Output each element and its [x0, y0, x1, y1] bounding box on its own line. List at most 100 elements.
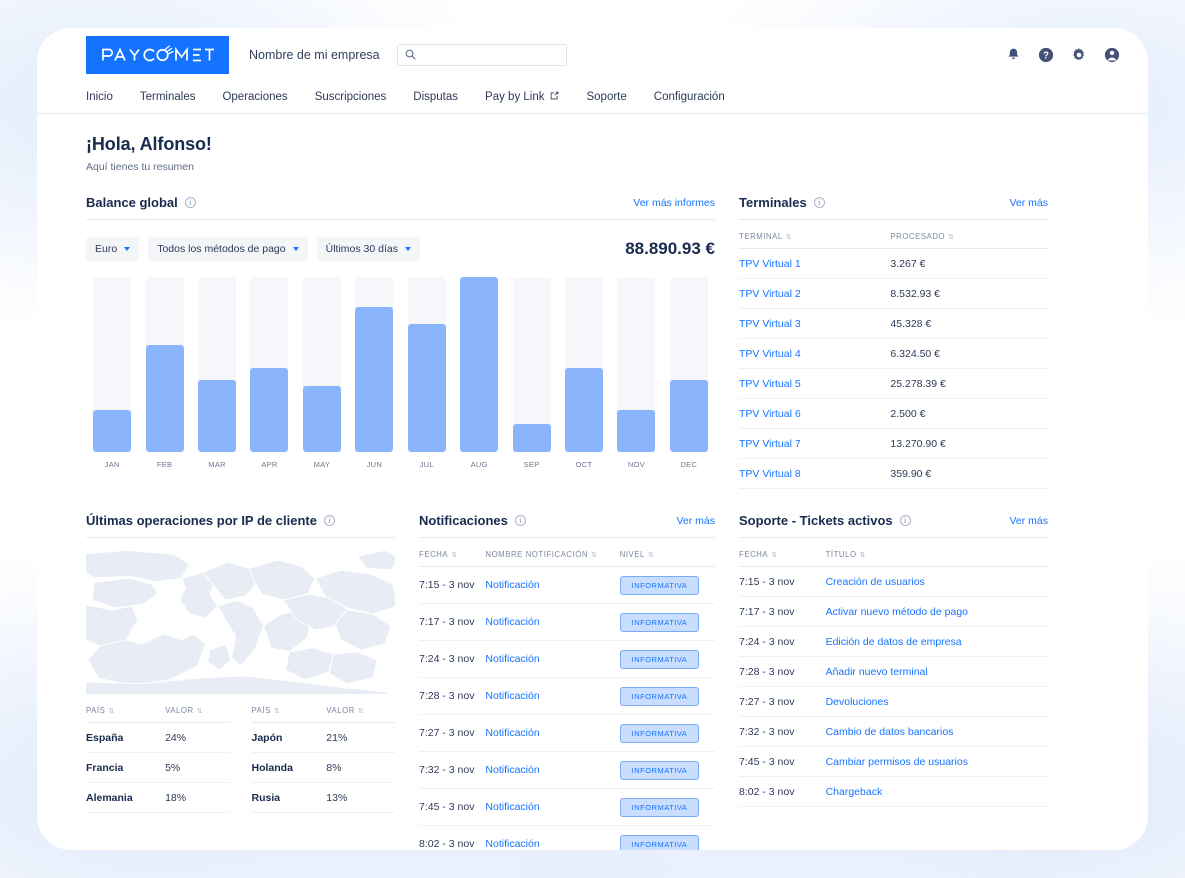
- nav-label: Disputas: [413, 91, 459, 103]
- page-content: ¡Hola, Alfonso! Aquí tienes tu resumen B…: [37, 114, 1148, 850]
- search-box[interactable]: [396, 43, 567, 66]
- balance-more-reports-link[interactable]: Ver más informes: [633, 197, 715, 209]
- nav-item-suscripciones[interactable]: Suscripciones: [315, 91, 387, 103]
- bar-column[interactable]: JAN: [86, 277, 138, 469]
- col-valor[interactable]: VALOR ⇅: [326, 694, 395, 723]
- status-badge[interactable]: INFORMATIVA: [619, 797, 700, 817]
- terminal-name[interactable]: TPV Virtual 8: [739, 458, 891, 489]
- terminal-name[interactable]: TPV Virtual 5: [739, 368, 891, 399]
- col-fecha[interactable]: FECHA ⇅: [419, 538, 486, 567]
- terminal-name[interactable]: TPV Virtual 2: [739, 278, 891, 309]
- bar-column[interactable]: NOV: [610, 277, 662, 469]
- bar-column[interactable]: MAY: [296, 277, 348, 469]
- info-icon[interactable]: i: [813, 197, 825, 208]
- bar-column[interactable]: APR: [243, 277, 295, 469]
- ticket-title[interactable]: Cambiar permisos de usuarios: [825, 746, 1048, 777]
- ticket-title[interactable]: Activar nuevo método de pago: [825, 596, 1048, 627]
- table-header-row: PAÍS ⇅ VALOR ⇅: [86, 694, 230, 723]
- terminal-name[interactable]: TPV Virtual 1: [739, 248, 891, 279]
- ticket-date: 7:32 - 3 nov: [739, 716, 826, 747]
- col-nombre-notificacion[interactable]: NOMBRE NOTIFICACIÓN ⇅: [485, 538, 620, 567]
- date-range-dropdown[interactable]: Últimos 30 días: [316, 237, 420, 261]
- currency-dropdown[interactable]: Euro: [86, 237, 140, 261]
- nav-item-configuracion[interactable]: Configuración: [654, 91, 725, 103]
- nav-item-inicio[interactable]: Inicio: [86, 91, 113, 103]
- notification-name[interactable]: Notificación: [485, 677, 620, 715]
- bar-column[interactable]: OCT: [558, 277, 610, 469]
- notification-name[interactable]: Notificación: [485, 825, 620, 850]
- ticket-title[interactable]: Chargeback: [825, 776, 1048, 807]
- terminal-name[interactable]: TPV Virtual 6: [739, 398, 891, 429]
- notification-name[interactable]: Notificación: [485, 566, 620, 604]
- notification-name[interactable]: Notificación: [485, 714, 620, 752]
- paycomet-logo[interactable]: [86, 35, 229, 74]
- notification-name[interactable]: Notificación: [485, 788, 620, 826]
- ticket-date: 7:15 - 3 nov: [739, 566, 826, 597]
- bar-column[interactable]: JUL: [401, 277, 453, 469]
- notifications-card: Notificaciones i Ver más FECHA ⇅ NOMBRE N…: [419, 513, 715, 850]
- tickets-more-link[interactable]: Ver más: [1009, 515, 1048, 527]
- col-terminal[interactable]: TERMINAL ⇅: [739, 220, 891, 249]
- col-valor[interactable]: VALOR ⇅: [165, 694, 230, 723]
- col-fecha-label: FECHA: [739, 550, 769, 559]
- search-icon: [405, 49, 416, 60]
- col-fecha-label: FECHA: [419, 550, 449, 559]
- col-pais[interactable]: PAÍS ⇅: [86, 694, 166, 723]
- search-input[interactable]: [420, 48, 559, 61]
- col-procesado[interactable]: PROCESADO ⇅: [890, 220, 1048, 249]
- ticket-title[interactable]: Devoluciones: [825, 686, 1048, 717]
- col-nivel[interactable]: NIVEL ⇅: [619, 538, 715, 567]
- notification-name[interactable]: Notificación: [485, 640, 620, 678]
- nav-item-operaciones[interactable]: Operaciones: [222, 91, 287, 103]
- bar-track: [669, 277, 708, 452]
- chevron-down-icon: [124, 247, 131, 251]
- terminal-name[interactable]: TPV Virtual 4: [739, 338, 891, 369]
- payment-method-dropdown[interactable]: Todos los métodos de pago: [148, 237, 308, 261]
- col-pais[interactable]: PAÍS ⇅: [251, 694, 327, 723]
- help-icon[interactable]: ?: [1038, 47, 1054, 63]
- bar-column[interactable]: SEP: [505, 277, 557, 469]
- ticket-title[interactable]: Creación de usuarios: [825, 566, 1048, 597]
- terminal-amount: 25.278.39 €: [890, 368, 1048, 399]
- bell-icon[interactable]: [1006, 47, 1021, 62]
- status-badge[interactable]: INFORMATIVA: [619, 686, 700, 706]
- country-table-left: PAÍS ⇅ VALOR ⇅ España 24% Francia 5% Alemania 1…: [86, 694, 230, 813]
- info-icon[interactable]: i: [514, 515, 526, 526]
- col-titulo[interactable]: TÍTULO ⇅: [825, 538, 1048, 567]
- status-badge[interactable]: INFORMATIVA: [619, 760, 700, 780]
- notifications-more-link[interactable]: Ver más: [676, 515, 715, 527]
- notification-name[interactable]: Notificación: [485, 603, 620, 641]
- bar-column[interactable]: FEB: [138, 277, 190, 469]
- gear-icon[interactable]: [1071, 47, 1087, 63]
- status-badge[interactable]: INFORMATIVA: [619, 575, 700, 595]
- svg-text:?: ?: [1043, 50, 1049, 61]
- info-icon[interactable]: i: [184, 197, 196, 208]
- nav-item-terminales[interactable]: Terminales: [140, 91, 196, 103]
- ticket-title[interactable]: Añadir nuevo terminal: [825, 656, 1048, 687]
- notification-name[interactable]: Notificación: [485, 751, 620, 789]
- nav-label: Terminales: [139, 91, 196, 103]
- ticket-title[interactable]: Cambio de datos bancarios: [825, 716, 1048, 747]
- bar-column[interactable]: AUG: [453, 277, 505, 469]
- nav-item-soporte[interactable]: Soporte: [586, 91, 626, 103]
- world-map[interactable]: [86, 548, 395, 694]
- bar-column[interactable]: JUN: [348, 277, 400, 469]
- status-badge[interactable]: INFORMATIVA: [619, 834, 700, 850]
- col-fecha[interactable]: FECHA ⇅: [739, 538, 826, 567]
- balance-filters: Euro Todos los métodos de pago Últimos 3…: [86, 237, 715, 261]
- ticket-title[interactable]: Edición de datos de empresa: [825, 626, 1048, 657]
- nav-item-pay-by-link[interactable]: Pay by Link: [485, 91, 559, 103]
- status-badge[interactable]: INFORMATIVA: [619, 723, 700, 743]
- account-icon[interactable]: [1104, 47, 1120, 63]
- status-badge[interactable]: INFORMATIVA: [619, 649, 700, 669]
- status-badge[interactable]: INFORMATIVA: [619, 612, 700, 632]
- terminals-more-link[interactable]: Ver más: [1009, 197, 1048, 209]
- terminal-name[interactable]: TPV Virtual 3: [739, 308, 891, 339]
- page-title: ¡Hola, Alfonso!: [86, 134, 212, 154]
- terminal-name[interactable]: TPV Virtual 7: [739, 428, 891, 459]
- nav-item-disputas[interactable]: Disputas: [413, 91, 458, 103]
- info-icon[interactable]: i: [899, 515, 911, 526]
- info-icon[interactable]: i: [323, 515, 335, 526]
- bar-column[interactable]: DEC: [663, 277, 715, 469]
- bar-column[interactable]: MAR: [191, 277, 243, 469]
